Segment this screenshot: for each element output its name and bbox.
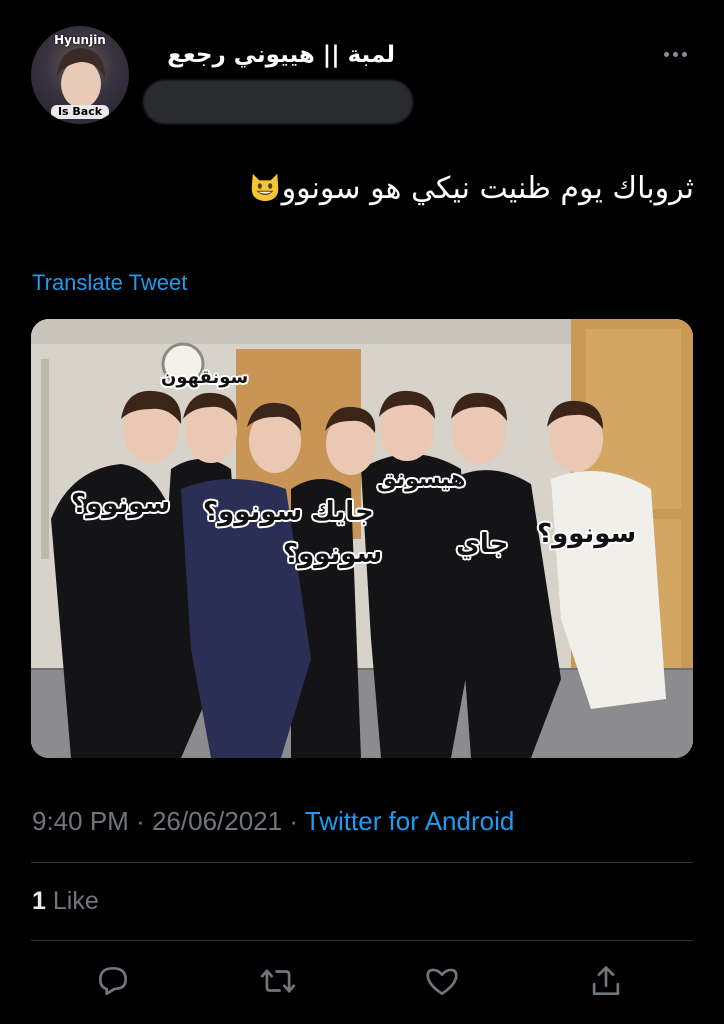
- share-icon: [592, 966, 620, 996]
- photo-caption-1: سونقهون: [161, 367, 249, 388]
- more-dot: [682, 52, 687, 57]
- meta-separator: ·: [289, 806, 299, 836]
- grinning-cat-icon: [251, 173, 278, 202]
- avatar[interactable]: Hyunjin Is Back: [31, 26, 129, 124]
- retweet-button[interactable]: [259, 962, 297, 1000]
- photo-caption-5: سونوو؟: [283, 539, 383, 569]
- divider: [31, 862, 693, 863]
- display-name[interactable]: لمبة || هييوني رجعع: [167, 42, 395, 68]
- photo-caption-4: هيسونق: [377, 467, 466, 492]
- like-button[interactable]: [423, 962, 461, 1000]
- tweet-body: ثروباك يوم ظنيت نيكي هو سونوو: [281, 171, 694, 206]
- divider: [31, 940, 693, 941]
- photo-caption-3: جايك سونوو؟: [203, 497, 374, 527]
- more-options-button[interactable]: [656, 42, 694, 66]
- more-dot: [673, 52, 678, 57]
- tweet-meta: 9:40 PM · 26/06/2021 · Twitter for Andro…: [32, 806, 514, 837]
- like-count-label: Like: [52, 887, 99, 915]
- retweet-icon: [260, 969, 296, 993]
- photo-caption-6: جاي: [456, 529, 509, 559]
- photo-caption-2: سونوو؟: [71, 489, 171, 519]
- more-dot: [664, 52, 669, 57]
- translate-tweet-link[interactable]: Translate Tweet: [32, 270, 187, 296]
- like-icon: [426, 968, 458, 996]
- share-button[interactable]: [587, 962, 625, 1000]
- tweet-image[interactable]: سونقهون سونوو؟ جايك سونوو؟ هيسونق سونوو؟…: [31, 319, 693, 758]
- photo-caption-7: سونوو؟: [537, 519, 637, 549]
- likes-count[interactable]: 1 Like: [32, 887, 99, 916]
- avatar-caption-bottom: Is Back: [51, 105, 109, 119]
- handle-redacted: [143, 80, 413, 124]
- tweet-time: 9:40 PM: [32, 806, 129, 836]
- reply-icon: [98, 966, 128, 996]
- tweet-date: 26/06/2021: [151, 806, 283, 836]
- meta-separator: ·: [136, 806, 145, 836]
- tweet-text: ثروباك يوم ظنيت نيكي هو سونوو: [244, 170, 694, 206]
- avatar-caption-top: Hyunjin: [54, 33, 106, 47]
- like-count-number: 1: [32, 887, 46, 915]
- tweet-source-link[interactable]: Twitter for Android: [305, 806, 515, 836]
- reply-button[interactable]: [94, 962, 132, 1000]
